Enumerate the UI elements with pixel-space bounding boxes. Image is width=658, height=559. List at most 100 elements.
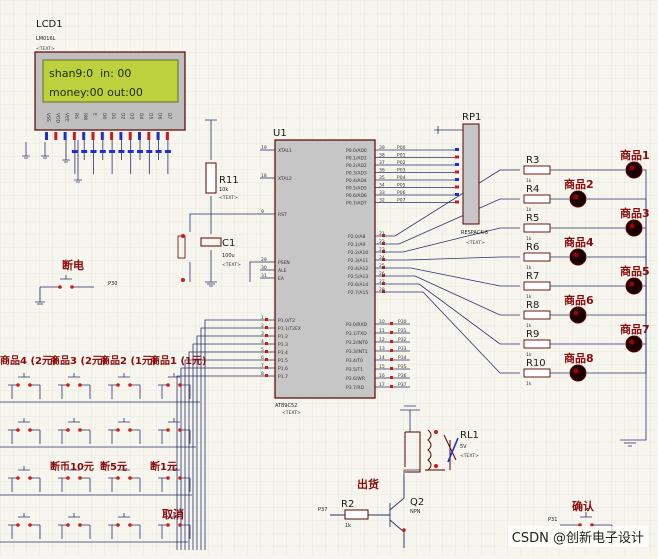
mcu-pin-name: XTAL2 [278, 176, 292, 182]
r11-value: 10k [219, 187, 228, 193]
rp1-pin [455, 193, 459, 196]
r11-ref: R11 [219, 175, 239, 186]
lcd-model: LM016L [36, 36, 56, 42]
led-resistor[interactable] [523, 165, 551, 175]
led-resistor[interactable] [523, 281, 551, 291]
p3-net-label: P33 [398, 346, 407, 352]
keypad-button[interactable] [166, 371, 182, 387]
led[interactable] [625, 277, 643, 295]
lcd-pin [165, 132, 169, 140]
keypad-button[interactable] [166, 416, 182, 432]
lcd-pin [156, 132, 160, 140]
led-resistor-ref: R4 [526, 184, 539, 195]
p0-net-label: P06 [397, 190, 406, 196]
p3-net-label: P34 [398, 355, 407, 361]
led-resistor[interactable] [523, 223, 551, 233]
led-resistor-value: 1k [526, 381, 532, 387]
lcd-pin-label: D4 [138, 113, 144, 119]
mcu-ref: U1 [273, 128, 287, 139]
led-label: 商品5 [620, 264, 650, 278]
lcd-pin [72, 132, 76, 140]
p0-net-label: P05 [397, 183, 406, 189]
lcd-pin-label: D5 [147, 113, 153, 119]
keypad-label: 商品3 (2元) [50, 354, 107, 367]
led-glow [573, 252, 579, 258]
mcu-pin-name: P3.5/T1 [346, 367, 363, 373]
led-resistor[interactable] [523, 194, 551, 204]
mcu-pin-name: P2.5/A13 [348, 274, 368, 280]
power-off-label: 断电 [62, 258, 84, 272]
mcu-pin-number: 37 [379, 160, 385, 166]
lcd-pin [45, 132, 48, 140]
mcu-pin-number: 18 [261, 173, 267, 179]
keypad-button[interactable] [66, 371, 82, 387]
lcd-pin [63, 132, 67, 140]
led[interactable] [569, 248, 587, 266]
mcu-pin-name: P0.7/AD7 [346, 201, 367, 207]
mcu-pin-number: 8 [261, 371, 264, 377]
keypad-button[interactable] [16, 511, 32, 527]
led-resistor[interactable] [523, 252, 551, 262]
rp1-pin [455, 170, 459, 174]
mcu-pin-name: P3.2/INT0 [346, 340, 368, 346]
r2-value: 1k [345, 523, 351, 529]
led[interactable] [569, 364, 587, 382]
keypad-button[interactable] [66, 416, 82, 432]
keypad-button[interactable] [16, 416, 32, 432]
q2-type: NPN [410, 509, 421, 515]
r2-ref: R2 [341, 499, 354, 510]
led-glow [629, 165, 635, 171]
mcu-pin-name: EA [278, 276, 285, 282]
mcu-pin-name: P0.2/AD2 [346, 163, 367, 169]
led[interactable] [569, 306, 587, 324]
keypad-label: 商品4 (2元) [0, 354, 57, 367]
led-resistor[interactable] [523, 310, 551, 320]
mcu-pin-name: P2.2/A10 [348, 250, 368, 256]
led-resistor[interactable] [523, 339, 551, 349]
mcu-pin-number: 31 [261, 273, 267, 279]
led[interactable] [625, 335, 643, 353]
led[interactable] [625, 161, 643, 179]
mcu-pin-number: 38 [379, 153, 385, 159]
relay-text-tag: <TEXT> [460, 453, 479, 459]
lcd-bus-pin [99, 150, 106, 153]
mcu-pin-number: 39 [379, 145, 385, 151]
mcu-pin-marker [265, 342, 268, 345]
led[interactable] [569, 190, 587, 208]
p3-net-label: P31 [398, 328, 407, 334]
keypad-button[interactable] [116, 511, 132, 527]
confirm-label: 确认 [572, 499, 595, 513]
led-label: 商品4 [564, 235, 594, 249]
watermark: CSDN @创新电子设计 [507, 526, 648, 547]
led-resistor-ref: R5 [526, 213, 539, 224]
p3-net-label: P32 [398, 337, 407, 343]
rp1-pin [455, 185, 459, 189]
keypad-button[interactable] [16, 464, 32, 480]
led-glow [629, 339, 635, 345]
led-label: 商品3 [620, 206, 650, 220]
lcd-bus-pin [155, 150, 162, 153]
mcu-pin-marker [265, 374, 268, 377]
lcd-bus-pin [109, 150, 116, 153]
rp1-pin [455, 148, 459, 151]
keypad-label: 断币10元 [50, 460, 94, 473]
lcd-pin [128, 132, 132, 140]
led-resistor-ref: R10 [526, 358, 546, 369]
keypad-button[interactable] [116, 371, 132, 387]
mcu-pin-name: P2.0/A8 [348, 234, 365, 240]
led-resistor-ref: R6 [526, 242, 539, 253]
relay-value: 5V [460, 444, 467, 450]
p0-net-label: P01 [397, 153, 406, 159]
r11-body[interactable] [205, 162, 217, 194]
mcu-pin-marker [265, 318, 268, 321]
mcu-pin-name: P1.3 [278, 342, 288, 348]
led-resistor[interactable] [523, 368, 551, 378]
keypad-label: 商品2 (1元) [100, 354, 157, 367]
keypad-button[interactable] [16, 371, 32, 387]
mcu-pin-name: P2.3/A11 [348, 258, 368, 264]
led[interactable] [625, 219, 643, 237]
keypad-button[interactable] [66, 511, 82, 527]
keypad-button[interactable] [116, 416, 132, 432]
mcu-pin-number: 29 [261, 257, 267, 263]
mcu-pin-name: P2.6/A14 [348, 282, 368, 288]
